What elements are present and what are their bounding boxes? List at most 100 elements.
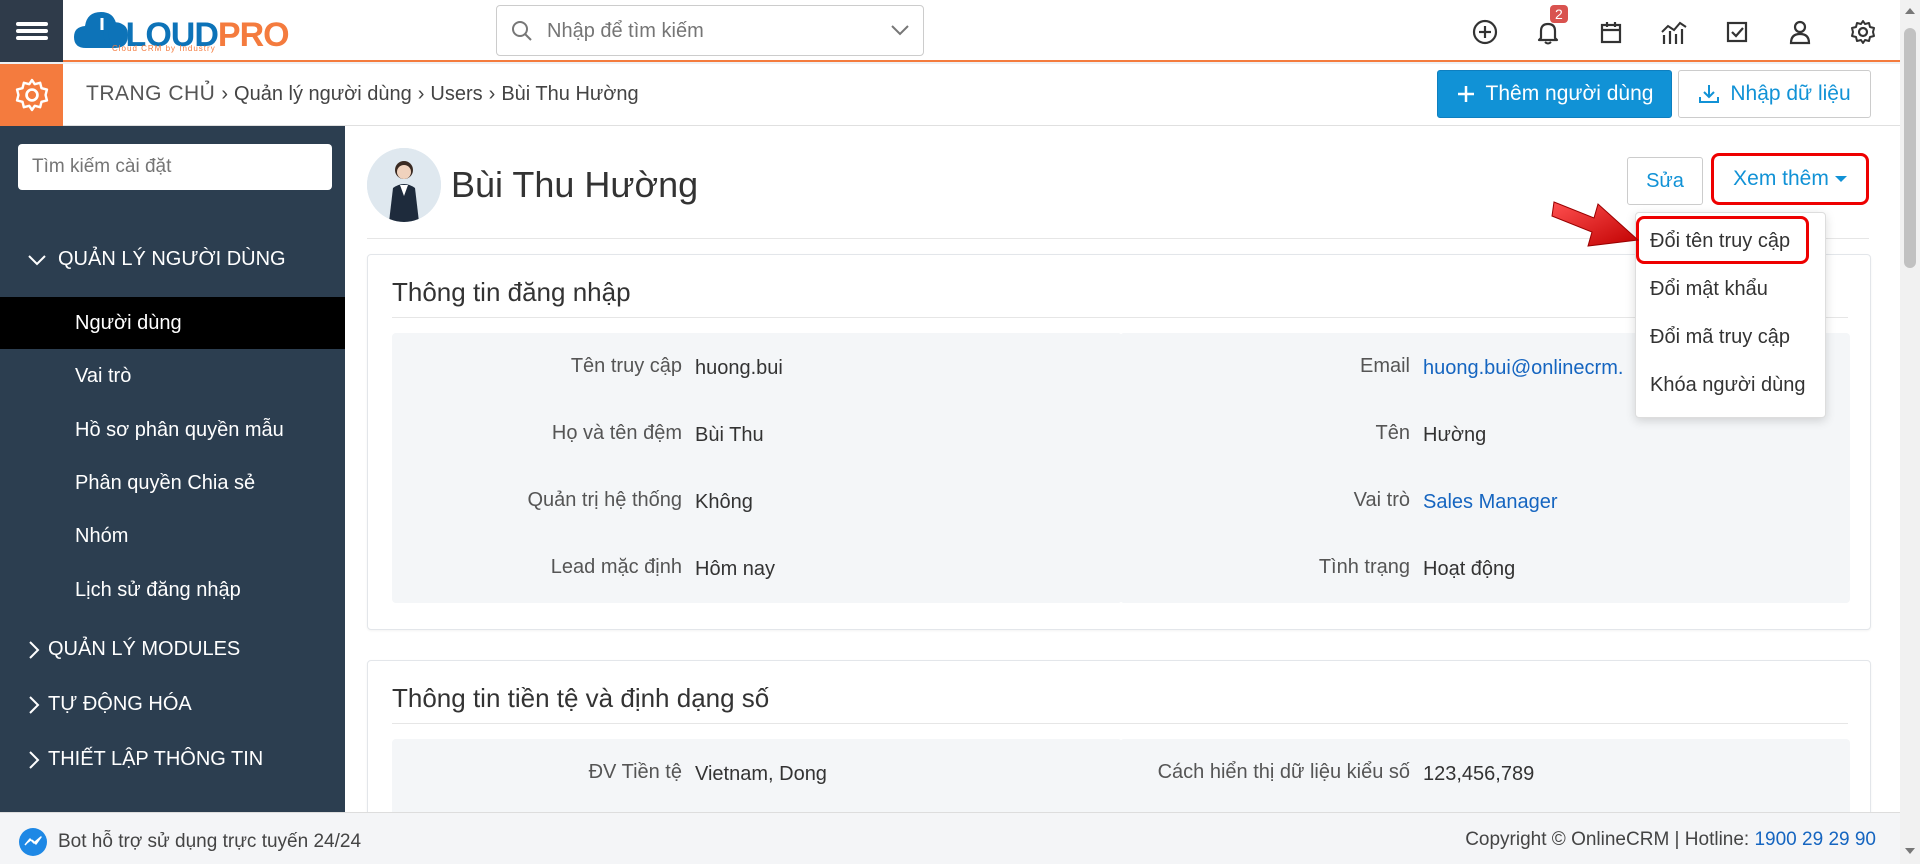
sidebar-section-modules[interactable]: QUẢN LÝ MODULES [28,638,240,661]
email-link[interactable]: huong.bui@onlinecrm. [1423,357,1623,380]
field-value: Hôm nay [695,558,776,580]
scroll-up-icon[interactable] [1905,8,1915,14]
field-value: Vietnam, Dong [695,763,827,785]
bell-icon[interactable]: 2 [1532,5,1568,48]
field-label: Vai trò [1353,489,1410,511]
sidebar-item-sharing[interactable]: Phân quyền Chia sẻ [0,457,345,509]
footer: Bot hỗ trợ sử dụng trực tuyến 24/24 Copy… [0,812,1900,864]
more-actions-button[interactable]: Xem thêm [1711,153,1869,205]
settings-gear-icon[interactable] [0,64,63,126]
hamburger-menu-icon[interactable] [0,0,63,62]
support-bot-label: Bot hỗ trợ sử dụng trực tuyến 24/24 [58,831,362,852]
support-bot[interactable]: Bot hỗ trợ sử dụng trực tuyến 24/24 [18,827,361,857]
sidebar-item-users[interactable]: Người dùng [0,297,345,349]
import-data-label: Nhập dữ liệu [1730,82,1851,105]
plus-circle-icon[interactable] [1469,16,1501,48]
cloudpro-logo[interactable]: CLOUDPRO Cloud CRM by Industry [72,4,290,54]
currency-info-grid: ĐV Tiền tệ Vietnam, Dong Cách hiển thị d… [392,739,1850,812]
divider [392,317,1848,318]
section-title: Thông tin tiền tệ và định dạng số [392,683,770,713]
settings-sidebar: QUẢN LÝ NGƯỜI DÙNG Người dùng Vai trò Hồ… [0,126,345,812]
more-actions-label: Xem thêm [1733,167,1829,190]
global-search[interactable] [496,5,924,56]
caret-down-icon [1834,176,1847,182]
sidebar-item-roles[interactable]: Vai trò [0,350,345,402]
field-label: ĐV Tiền tệ [588,761,682,783]
user-name: Bùi Thu Hường [451,164,699,205]
field-label: Tên [1375,422,1410,444]
more-actions-menu: Đổi tên truy cập Đổi mật khẩu Đổi mã tru… [1635,212,1826,418]
field-value: Không [695,491,753,513]
calendar-icon[interactable] [1595,16,1627,48]
currency-info-right: Cách hiển thị dữ liệu kiểu số 123,456,78… [1120,739,1850,812]
field-label: Tên truy cập [570,355,682,377]
add-user-button[interactable]: Thêm người dùng [1437,70,1672,118]
top-bar: CLOUDPRO Cloud CRM by Industry 2 [0,0,1900,62]
sidebar-section-user-management[interactable]: QUẢN LÝ NGƯỜI DÙNG [28,248,286,271]
user-header: Bùi Thu Hường [367,148,698,222]
section-title: Thông tin đăng nhập [392,277,631,307]
search-icon [512,21,532,41]
section-label: THIẾT LẬP THÔNG TIN [48,748,264,770]
sidebar-item-login-history[interactable]: Lịch sử đăng nhập [0,564,345,616]
section-label: TỰ ĐỘNG HÓA [48,693,192,715]
gear-icon[interactable] [1847,16,1879,48]
menu-item-change-username[interactable]: Đổi tên truy cập [1650,230,1790,253]
chevron-right-icon: › [488,82,496,105]
currency-info-panel: Thông tin tiền tệ và định dạng số ĐV Tiề… [367,660,1871,812]
field-value: huong.bui [695,357,783,379]
menu-item-lock-user[interactable]: Khóa người dùng [1650,374,1806,397]
settings-search-input[interactable] [18,144,332,190]
scrollbar-thumb[interactable] [1904,28,1916,268]
red-arrow-icon [1551,201,1640,247]
chevron-right-icon: › [221,82,229,105]
chart-icon[interactable] [1658,16,1690,48]
breadcrumb-bar: TRANG CHỦ › Quản lý người dùng › Users ›… [0,64,1900,126]
scroll-down-icon[interactable] [1905,848,1915,854]
copyright: Copyright © OnlineCRM | Hotline: 1900 29… [1465,829,1876,850]
chevron-right-icon [29,750,40,769]
section-label: QUẢN LÝ MODULES [48,638,241,660]
field-label: Họ và tên đệm [551,422,682,444]
breadcrumb-home[interactable]: TRANG CHỦ [86,82,215,106]
menu-item-change-password[interactable]: Đổi mật khẩu [1650,278,1768,301]
chevron-down-icon[interactable] [891,24,909,36]
chevron-right-icon [29,695,40,714]
field-label: Tình trạng [1318,556,1410,578]
field-value: Hường [1423,424,1487,446]
field-value: 123,456,789 [1423,763,1535,785]
notification-badge: 2 [1550,5,1568,23]
currency-info-left: ĐV Tiền tệ Vietnam, Dong [392,739,1122,812]
breadcrumb-users[interactable]: Users [430,83,482,106]
hotline-label: Hotline: [1684,829,1750,850]
field-label: Email [1359,355,1410,377]
user-icon[interactable] [1784,16,1816,48]
role-link[interactable]: Sales Manager [1423,491,1558,514]
avatar [367,148,441,222]
add-user-label: Thêm người dùng [1485,82,1654,105]
hotline-number[interactable]: 1900 29 29 90 [1754,829,1876,850]
checkbox-icon[interactable] [1721,16,1753,48]
chevron-right-icon: › [417,82,425,105]
menu-item-change-access-key[interactable]: Đổi mã truy cập [1650,326,1790,349]
import-data-button[interactable]: Nhập dữ liệu [1678,70,1871,118]
download-icon [1699,85,1720,103]
messenger-icon [19,828,47,856]
copyright-text: Copyright © OnlineCRM [1465,829,1670,850]
search-input[interactable] [547,16,867,46]
page-scrollbar[interactable] [1900,0,1920,864]
field-label: Lead mặc định [550,556,682,578]
section-label: QUẢN LÝ NGƯỜI DÙNG [58,248,286,270]
chevron-right-icon [29,640,40,659]
breadcrumb-user-management[interactable]: Quản lý người dùng [234,83,412,106]
sidebar-item-profiles[interactable]: Hồ sơ phân quyền mẫu [0,404,345,456]
divider [392,723,1848,724]
sidebar-item-groups[interactable]: Nhóm [0,510,345,562]
login-info-left: Tên truy cập huong.bui Họ và tên đệm Bùi… [392,333,1122,603]
sidebar-section-config[interactable]: THIẾT LẬP THÔNG TIN [28,748,263,771]
breadcrumb-current: Bùi Thu Hường [501,82,639,105]
logo-tagline: Cloud CRM by Industry [112,44,216,53]
plus-icon [1457,86,1474,102]
field-value: Bùi Thu [695,424,764,446]
sidebar-section-automation[interactable]: TỰ ĐỘNG HÓA [28,693,192,716]
